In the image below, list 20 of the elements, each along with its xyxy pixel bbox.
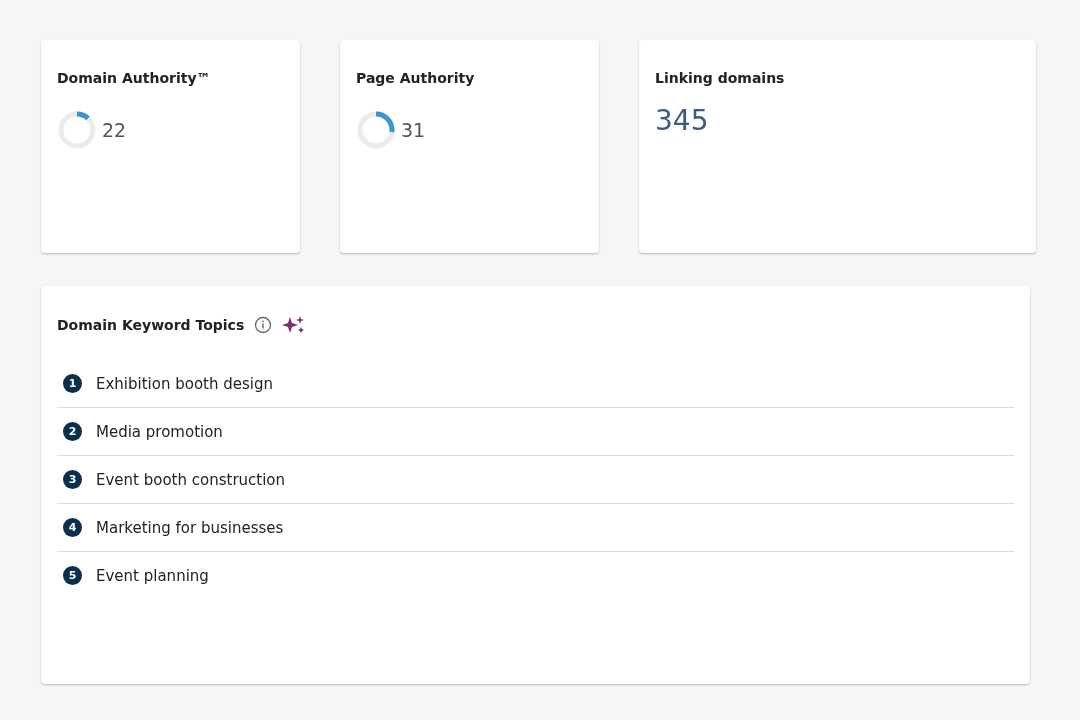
- card-title: Domain Authority™: [57, 70, 212, 86]
- rank-badge: 2: [63, 422, 82, 441]
- topic-label: Event booth construction: [96, 470, 286, 489]
- topic-label: Media promotion: [96, 422, 223, 441]
- metric-value: 345: [655, 104, 710, 137]
- card-title: Linking domains: [655, 70, 786, 86]
- card-title: Domain Keyword Topics: [57, 317, 245, 333]
- donut-gauge: [57, 110, 97, 150]
- metric-value: 22: [102, 119, 127, 141]
- card-title: Page Authority: [356, 70, 476, 86]
- topic-label: Event planning: [96, 566, 209, 585]
- metric-value: 31: [401, 119, 426, 141]
- info-icon[interactable]: [254, 316, 273, 334]
- topic-label: Marketing for businesses: [96, 518, 284, 537]
- rank-badge: 1: [63, 374, 82, 393]
- rank-badge: 4: [63, 518, 82, 537]
- donut-gauge: [356, 110, 396, 150]
- topic-label: Exhibition booth design: [96, 374, 273, 393]
- rank-badge: 5: [63, 566, 82, 585]
- rank-badge: 3: [63, 470, 82, 489]
